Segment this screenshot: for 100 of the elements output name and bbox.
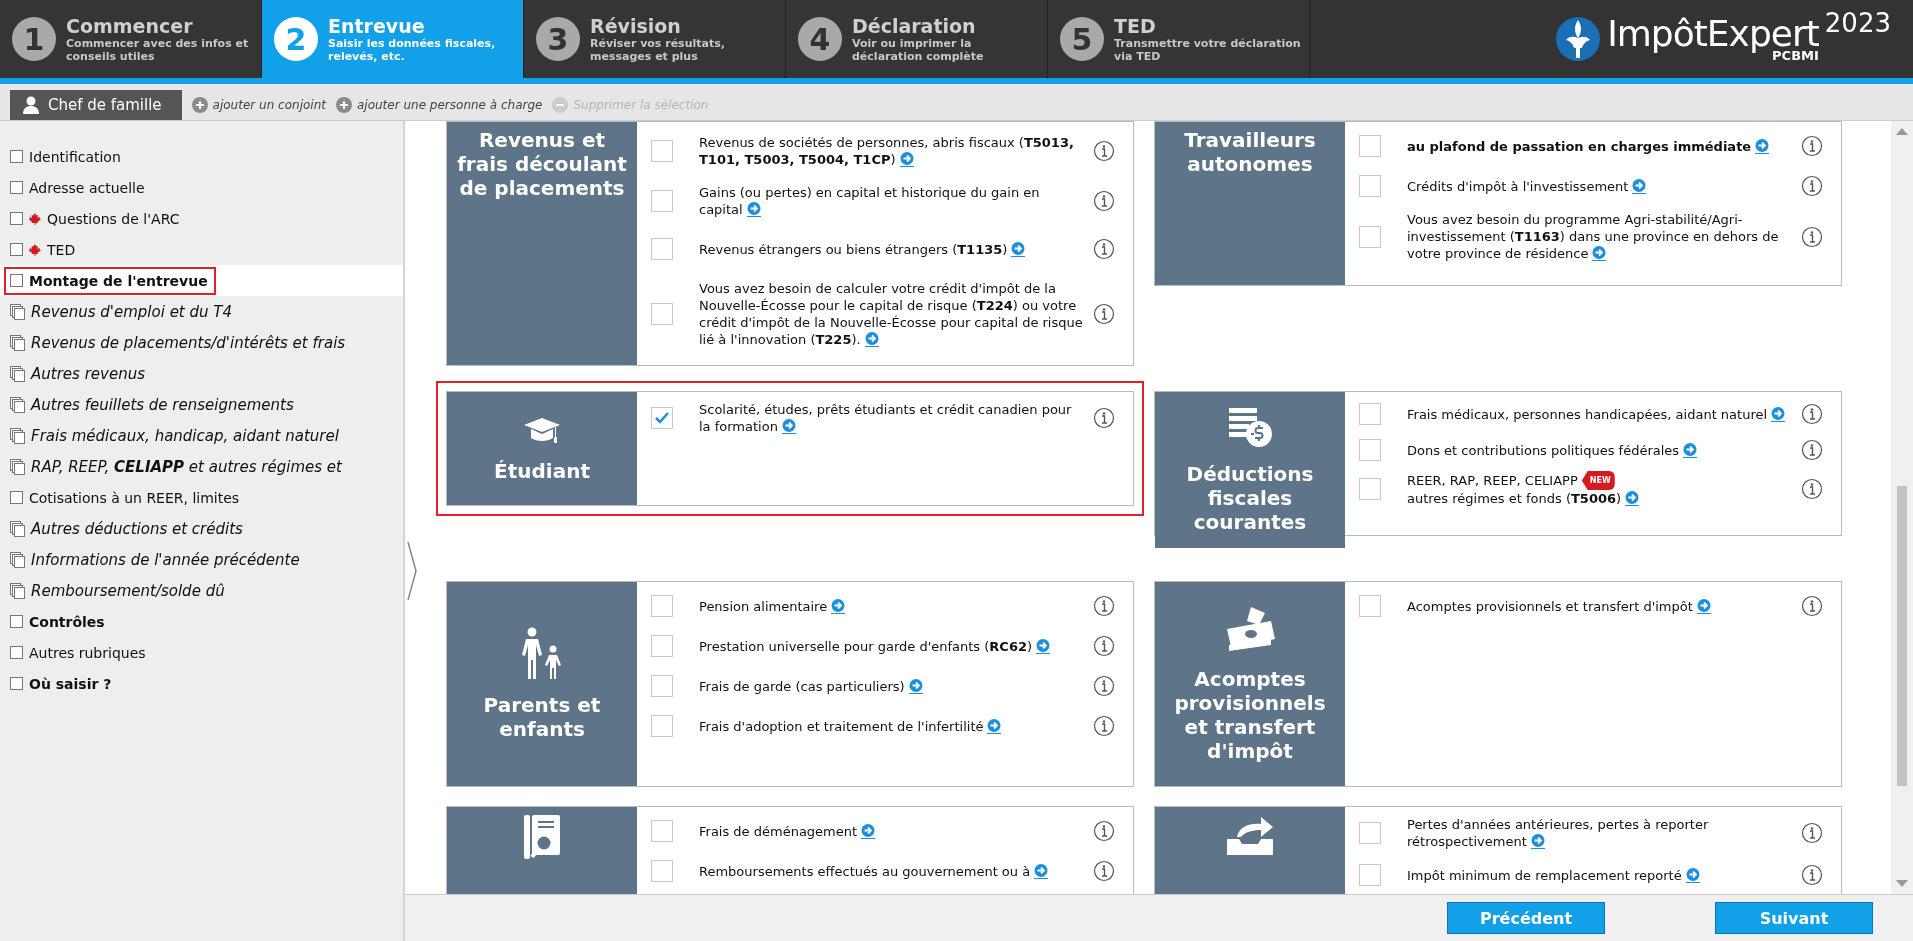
link-arrow-icon[interactable] — [1625, 490, 1640, 506]
checkbox[interactable] — [10, 243, 23, 256]
info-icon[interactable] — [1801, 595, 1823, 617]
link-arrow-icon[interactable] — [1683, 441, 1698, 458]
link-arrow-icon[interactable] — [781, 418, 796, 434]
checkbox[interactable] — [651, 140, 673, 162]
checkbox[interactable] — [651, 820, 673, 842]
checkbox[interactable] — [1359, 439, 1381, 461]
checkbox[interactable] — [1359, 403, 1381, 425]
info-icon[interactable] — [1093, 140, 1115, 162]
link-arrow-icon[interactable] — [1034, 862, 1049, 879]
link-arrow-icon[interactable] — [1011, 240, 1026, 257]
stacked-pages-icon — [10, 303, 25, 320]
person-action[interactable]: ajouter un conjoint — [191, 90, 326, 120]
info-icon[interactable] — [1093, 635, 1115, 657]
checkbox[interactable] — [651, 635, 673, 657]
info-icon[interactable] — [1801, 822, 1823, 844]
sidebar-item[interactable]: Cotisations à un REER, limites — [0, 482, 403, 513]
info-icon[interactable] — [1093, 860, 1115, 882]
checkbox[interactable] — [1359, 478, 1381, 500]
sidebar-item[interactable]: Revenus d'emploi et du T4 — [0, 296, 403, 327]
link-arrow-icon[interactable] — [987, 717, 1002, 734]
checkbox[interactable] — [651, 303, 673, 325]
link-arrow-icon[interactable] — [1696, 597, 1711, 614]
link-arrow-icon[interactable] — [899, 151, 914, 167]
sidebar-item[interactable]: Autres déductions et crédits — [0, 513, 403, 544]
link-arrow-icon[interactable] — [861, 822, 876, 839]
checkbox[interactable] — [10, 491, 23, 504]
stacked-pages-icon — [10, 582, 25, 599]
sidebar-item[interactable]: RAP, REEP, CELIAPP et autres régimes et — [0, 451, 403, 482]
info-icon[interactable] — [1093, 715, 1115, 737]
sidebar-item[interactable]: Adresse actuelle — [0, 172, 403, 203]
checkbox[interactable] — [1359, 595, 1381, 617]
checkbox[interactable] — [10, 646, 23, 659]
sidebar-item[interactable]: Remboursement/solde dû — [0, 575, 403, 606]
checkbox[interactable] — [651, 595, 673, 617]
link-arrow-icon[interactable] — [1530, 833, 1545, 849]
scrollbar-thumb[interactable] — [1897, 486, 1907, 786]
sidebar-item[interactable]: Autres rubriques — [0, 637, 403, 668]
checkbox[interactable] — [651, 860, 673, 882]
sidebar-item[interactable]: Revenus de placements/d'intérêts et frais — [0, 327, 403, 358]
sidebar-item[interactable]: Questions de l'ARC — [0, 203, 403, 234]
link-arrow-icon[interactable] — [908, 677, 923, 694]
info-icon[interactable] — [1801, 478, 1823, 500]
info-icon[interactable] — [1093, 820, 1115, 842]
info-icon[interactable] — [1093, 675, 1115, 697]
sidebar-item[interactable]: TED — [0, 234, 403, 265]
scrollbar[interactable] — [1891, 121, 1913, 894]
scroll-up-arrow-icon[interactable] — [1896, 127, 1908, 135]
info-icon[interactable] — [1801, 403, 1823, 425]
info-icon[interactable] — [1093, 595, 1115, 617]
link-arrow-icon[interactable] — [1632, 177, 1647, 194]
info-icon[interactable] — [1801, 864, 1823, 886]
checkbox[interactable] — [1359, 135, 1381, 157]
person-action[interactable]: ajouter une personne à charge — [335, 90, 543, 120]
sidebar-item[interactable]: Informations de l'année précédente — [0, 544, 403, 575]
info-icon[interactable] — [1801, 225, 1823, 248]
scroll-down-arrow-icon[interactable] — [1896, 880, 1908, 888]
checkbox[interactable] — [1359, 225, 1381, 248]
info-icon[interactable] — [1093, 190, 1115, 212]
collapse-handle-icon[interactable] — [407, 541, 417, 601]
link-arrow-icon[interactable] — [1771, 405, 1786, 422]
link-arrow-icon[interactable] — [1036, 637, 1051, 654]
checkbox[interactable] — [651, 715, 673, 737]
link-arrow-icon[interactable] — [1685, 866, 1700, 883]
checkbox[interactable] — [1359, 175, 1381, 197]
checkbox[interactable] — [10, 150, 23, 163]
checkbox[interactable] — [10, 181, 23, 194]
link-arrow-icon[interactable] — [1592, 245, 1607, 261]
sidebar-item[interactable]: Autres revenus — [0, 358, 403, 389]
link-arrow-icon[interactable] — [831, 597, 846, 614]
info-icon[interactable] — [1801, 439, 1823, 461]
item-label: REER, RAP, REEP, CELIAPP NEW autres régimes et fonds (T5006) — [1395, 471, 1801, 507]
link-arrow-icon[interactable] — [864, 331, 879, 347]
checkbox[interactable] — [651, 238, 673, 260]
link-arrow-icon[interactable] — [1755, 137, 1770, 154]
sidebar-label: Autres déductions et crédits — [31, 518, 243, 539]
sidebar-item[interactable]: Identification — [0, 141, 403, 172]
sidebar-item[interactable]: Autres feuillets de renseignements — [0, 389, 403, 420]
item-label: Frais de garde (cas particuliers) — [687, 677, 1093, 695]
info-icon[interactable] — [1801, 175, 1823, 197]
checkbox[interactable] — [10, 212, 23, 225]
checkbox[interactable] — [10, 677, 23, 690]
info-icon[interactable] — [1093, 407, 1115, 429]
sidebar-item[interactable]: Contrôles — [0, 606, 403, 637]
checkbox[interactable] — [651, 190, 673, 212]
checkbox[interactable] — [651, 407, 673, 429]
checkbox[interactable] — [10, 274, 23, 287]
sidebar-item[interactable]: Frais médicaux, handicap, aidant naturel — [0, 420, 403, 451]
info-icon[interactable] — [1093, 303, 1115, 325]
person-tab[interactable]: Chef de famille — [10, 90, 182, 120]
link-arrow-icon[interactable] — [746, 201, 761, 217]
sidebar-item[interactable]: Montage de l'entrevue — [0, 265, 403, 296]
checkbox[interactable] — [651, 675, 673, 697]
checkbox[interactable] — [1359, 864, 1381, 886]
info-icon[interactable] — [1093, 238, 1115, 260]
checkbox[interactable] — [10, 615, 23, 628]
checkbox[interactable] — [1359, 822, 1381, 844]
sidebar-item[interactable]: Où saisir ? — [0, 668, 403, 699]
info-icon[interactable] — [1801, 135, 1823, 157]
